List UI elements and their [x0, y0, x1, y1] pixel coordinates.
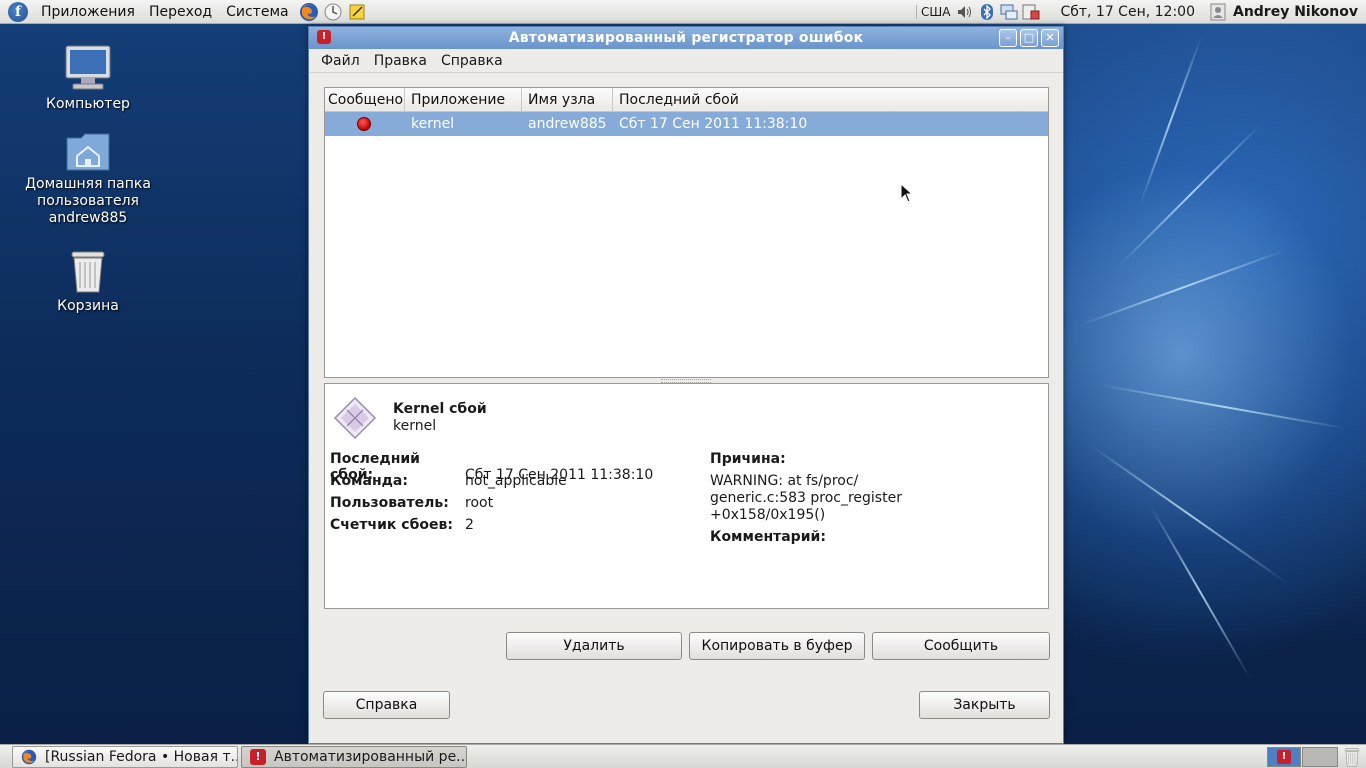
firefox-icon	[21, 749, 37, 765]
crash-icon	[333, 396, 377, 444]
bluetooth-icon[interactable]	[976, 1, 998, 23]
window-title: Автоматизированный регистратор ошибок	[508, 30, 864, 46]
help-button[interactable]: Справка	[323, 691, 450, 719]
column-application[interactable]: Приложение	[405, 88, 522, 111]
maximize-icon[interactable]: □	[1020, 29, 1038, 47]
field-command: Команда: not_applicable	[330, 473, 567, 489]
mail-clock-icon[interactable]	[322, 1, 344, 23]
home-folder-icon	[65, 130, 111, 172]
task-firefox[interactable]: [Russian Fedora • Новая т...	[12, 746, 238, 768]
window-menubar: Файл Правка Справка	[309, 49, 1063, 73]
trash-icon	[68, 248, 108, 294]
column-last-crash[interactable]: Последний сбой	[613, 88, 1048, 111]
menu-file[interactable]: Файл	[314, 53, 367, 69]
host-cell: andrew885	[528, 116, 607, 132]
menu-applications[interactable]: Приложения	[34, 4, 142, 20]
menu-places[interactable]: Переход	[142, 4, 219, 20]
desktop-icon-trash[interactable]: Корзина	[13, 248, 163, 315]
not-reported-icon	[357, 117, 371, 131]
workspace-1[interactable]: !	[1267, 747, 1301, 767]
last-crash-cell: Сбт 17 Сен 2011 11:38:10	[619, 116, 808, 132]
window-titlebar[interactable]: ! Автоматизированный регистратор ошибок …	[309, 27, 1063, 49]
field-crash-count: Счетчик сбоев: 2	[330, 517, 474, 533]
table-row[interactable]: kernel andrew885 Сбт 17 Сен 2011 11:38:1…	[325, 112, 1048, 136]
firefox-icon[interactable]	[298, 1, 320, 23]
copy-to-clipboard-button[interactable]: Копировать в буфер	[689, 632, 865, 660]
trash-icon[interactable]	[1343, 747, 1361, 768]
abrt-app-icon: !	[1277, 750, 1291, 764]
column-reported[interactable]: Сообщено	[325, 88, 405, 111]
reason-label: Причина:	[710, 451, 786, 467]
close-icon[interactable]: ✕	[1041, 29, 1059, 47]
minimize-icon[interactable]: –	[999, 29, 1017, 47]
app-cell: kernel	[411, 116, 455, 132]
column-hostname[interactable]: Имя узла	[522, 88, 613, 111]
volume-icon[interactable]	[954, 1, 976, 23]
desktop-icon-computer[interactable]: Компьютер	[13, 44, 163, 113]
desktop-icon-label: Домашняя папка пользователя andrew885	[25, 176, 151, 226]
desktop-icon-label: Компьютер	[46, 96, 130, 112]
clock[interactable]: Сбт, 17 Сен, 12:00	[1042, 4, 1207, 20]
reason-text: WARNING: at fs/proc/ generic.c:583 proc_…	[710, 473, 902, 523]
task-label: [Russian Fedora • Новая т...	[45, 749, 238, 765]
top-panel: f Приложения Переход Система США Сбт, 17…	[0, 0, 1366, 24]
update-icon[interactable]	[1020, 1, 1042, 23]
mouse-cursor-icon	[900, 183, 914, 203]
crash-list-header: Сообщено Приложение Имя узла Последний с…	[325, 88, 1048, 112]
notes-icon[interactable]	[346, 1, 368, 23]
desktop-icon-home[interactable]: Домашняя папка пользователя andrew885	[13, 130, 163, 227]
abrt-app-icon: !	[250, 749, 266, 765]
task-abrt[interactable]: ! Автоматизированный ре...	[241, 746, 467, 768]
user-name[interactable]: Andrey Nikonov	[1229, 4, 1366, 20]
abrt-window: ! Автоматизированный регистратор ошибок …	[308, 26, 1064, 744]
report-button[interactable]: Сообщить	[872, 632, 1050, 660]
menu-system[interactable]: Система	[219, 4, 295, 20]
keyboard-layout-indicator[interactable]: США	[916, 4, 954, 19]
reported-cell	[325, 117, 405, 131]
close-button[interactable]: Закрыть	[919, 691, 1050, 719]
delete-button[interactable]: Удалить	[506, 632, 682, 660]
workspace-2[interactable]	[1302, 747, 1338, 767]
menu-edit[interactable]: Правка	[367, 53, 434, 69]
crash-list[interactable]: Сообщено Приложение Имя узла Последний с…	[324, 87, 1049, 378]
crash-title: Kernel сбой	[393, 401, 487, 417]
task-label: Автоматизированный ре...	[274, 749, 467, 765]
crash-detail-panel: Kernel сбой kernel Последний сбой: Сбт 17…	[324, 383, 1049, 609]
fedora-logo-icon[interactable]: f	[8, 1, 28, 22]
field-user: Пользователь: root	[330, 495, 494, 511]
crash-subtitle: kernel	[393, 418, 437, 434]
desktop-icon-label: Корзина	[57, 298, 119, 314]
user-icon[interactable]	[1207, 1, 1229, 23]
bottom-panel: [Russian Fedora • Новая т... ! Автоматиз…	[0, 744, 1366, 768]
network-icon[interactable]	[998, 1, 1020, 23]
menu-help[interactable]: Справка	[434, 53, 510, 69]
comment-label: Комментарий:	[710, 529, 826, 545]
computer-icon	[63, 44, 113, 92]
